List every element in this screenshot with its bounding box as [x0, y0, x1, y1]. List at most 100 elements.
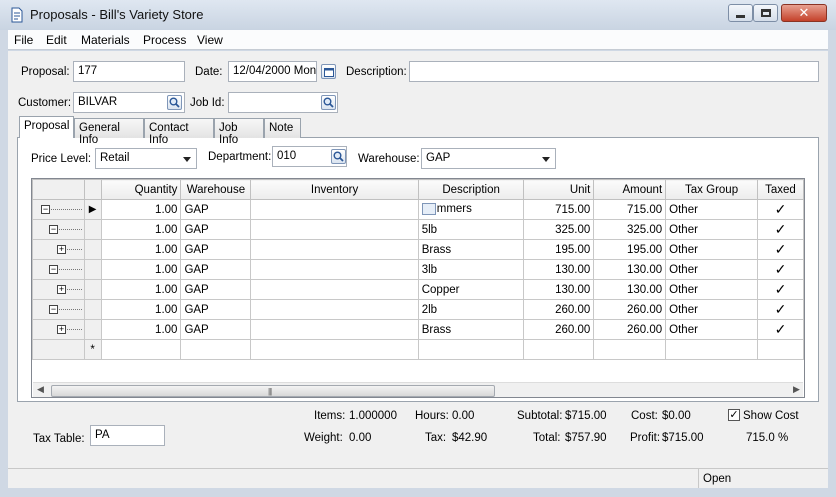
tax-table-input[interactable]: PA	[90, 425, 165, 446]
col-tax-group[interactable]: Tax Group	[665, 179, 758, 200]
cell-quantity[interactable]: 1.00	[100, 259, 182, 280]
magnifier-icon[interactable]	[421, 203, 436, 216]
cell-description[interactable]: Brass	[417, 239, 525, 260]
menu-file[interactable]: File	[14, 33, 33, 47]
new-row-indicator[interactable]: *	[83, 339, 102, 360]
table-row[interactable]: − ▶ 1.00 GAP mmers 715.00 715.00 Other ✓	[32, 199, 804, 220]
cell-unit[interactable]: 130.00	[523, 259, 595, 280]
cell-quantity[interactable]: 1.00	[100, 199, 182, 220]
cell-warehouse[interactable]: GAP	[180, 259, 252, 280]
cell-taxed[interactable]: ✓	[756, 239, 804, 260]
cell-quantity[interactable]	[100, 339, 182, 360]
cell-unit[interactable]: 260.00	[523, 319, 595, 340]
cell-tax-group[interactable]: Other	[665, 239, 758, 260]
col-warehouse[interactable]: Warehouse	[180, 179, 252, 200]
cell-amount[interactable]: 260.00	[593, 319, 667, 340]
scroll-right-icon[interactable]: ▶	[793, 384, 800, 395]
menu-materials[interactable]: Materials	[81, 33, 130, 47]
cell-taxed[interactable]: ✓	[756, 319, 804, 340]
show-cost-checkbox[interactable]: ✓	[728, 409, 740, 421]
cell-amount[interactable]: 195.00	[593, 239, 667, 260]
cell-warehouse[interactable]: GAP	[180, 239, 252, 260]
cell-tax-group[interactable]: Other	[665, 279, 758, 300]
proposal-input[interactable]: 177	[73, 61, 185, 82]
tab-proposal[interactable]: Proposal	[19, 116, 74, 138]
tab-general-info[interactable]: General Info	[74, 118, 144, 146]
cell-inventory[interactable]	[250, 319, 419, 340]
row-indicator[interactable]	[83, 219, 102, 240]
expand-icon[interactable]: +	[57, 325, 66, 334]
table-row[interactable]: +1.00 GAP Brass 195.00 195.00 Other ✓	[32, 239, 804, 260]
menu-view[interactable]: View	[197, 33, 223, 47]
cell-taxed[interactable]: ✓	[756, 279, 804, 300]
cell-unit[interactable]: 130.00	[523, 279, 595, 300]
customer-lookup-button[interactable]	[167, 95, 182, 110]
cell-warehouse[interactable]	[180, 339, 252, 360]
cell-warehouse[interactable]: GAP	[180, 319, 252, 340]
cell-taxed[interactable]	[756, 339, 804, 360]
scroll-left-icon[interactable]: ◀	[37, 384, 44, 395]
cell-unit[interactable]: 715.00	[523, 199, 595, 220]
date-input[interactable]: 12/04/2000 Mon	[228, 61, 317, 82]
col-description[interactable]: Description	[417, 179, 525, 200]
cell-amount[interactable]: 325.00	[593, 219, 667, 240]
tab-contact-info[interactable]: Contact Info	[144, 118, 214, 146]
cell-tax-group[interactable]: Other	[665, 299, 758, 320]
cell-taxed[interactable]: ✓	[756, 219, 804, 240]
cell-inventory[interactable]	[250, 299, 419, 320]
col-quantity[interactable]: Quantity	[100, 179, 182, 200]
cell-unit[interactable]: 260.00	[523, 299, 595, 320]
cell-quantity[interactable]: 1.00	[100, 319, 182, 340]
cell-description[interactable]: 2lb	[417, 299, 525, 320]
table-row[interactable]: − 1.00 GAP 3lb 130.00 130.00 Other ✓	[32, 259, 804, 280]
horizontal-scrollbar[interactable]: ◀ ||| ▶	[33, 382, 803, 397]
row-indicator[interactable]	[83, 279, 102, 300]
cell-inventory[interactable]	[250, 239, 419, 260]
table-row[interactable]: − 1.00 GAP 5lb 325.00 325.00 Other ✓	[32, 219, 804, 240]
col-inventory[interactable]: Inventory	[250, 179, 419, 200]
cell-taxed[interactable]: ✓	[756, 259, 804, 280]
cell-description[interactable]: Copper	[417, 279, 525, 300]
cell-quantity[interactable]: 1.00	[100, 299, 182, 320]
jobid-lookup-button[interactable]	[321, 95, 336, 110]
cell-tax-group[interactable]	[665, 339, 758, 360]
cell-quantity[interactable]: 1.00	[100, 239, 182, 260]
cell-tax-group[interactable]: Other	[665, 319, 758, 340]
cell-warehouse[interactable]: GAP	[180, 219, 252, 240]
col-amount[interactable]: Amount	[593, 179, 667, 200]
table-row[interactable]: − 1.00 GAP 2lb 260.00 260.00 Other ✓	[32, 299, 804, 320]
row-indicator[interactable]	[83, 239, 102, 260]
menu-edit[interactable]: Edit	[46, 33, 67, 47]
cell-description[interactable]: Brass	[417, 319, 525, 340]
tab-job-info[interactable]: Job Info	[214, 118, 264, 146]
col-unit[interactable]: Unit	[523, 179, 595, 200]
collapse-icon[interactable]: −	[49, 305, 58, 314]
cell-inventory[interactable]	[250, 339, 419, 360]
row-indicator[interactable]	[83, 299, 102, 320]
tab-note[interactable]: Note	[264, 118, 301, 138]
row-indicator[interactable]	[83, 259, 102, 280]
cell-inventory[interactable]	[250, 279, 419, 300]
row-indicator[interactable]: ▶	[83, 199, 102, 220]
cell-unit[interactable]: 195.00	[523, 239, 595, 260]
cell-tax-group[interactable]: Other	[665, 219, 758, 240]
col-taxed[interactable]: Taxed	[756, 179, 804, 200]
collapse-icon[interactable]: −	[49, 265, 58, 274]
cell-inventory[interactable]	[250, 199, 419, 220]
close-button[interactable]: ✕	[781, 4, 827, 22]
row-indicator[interactable]	[83, 319, 102, 340]
cell-description[interactable]	[417, 339, 525, 360]
table-row[interactable]: +1.00 GAP Brass 260.00 260.00 Other ✓	[32, 319, 804, 340]
line-items-grid[interactable]: Quantity Warehouse Inventory Description…	[31, 178, 805, 398]
description-input[interactable]	[409, 61, 819, 82]
cell-unit[interactable]	[523, 339, 595, 360]
cell-amount[interactable]: 260.00	[593, 299, 667, 320]
cell-tax-group[interactable]: Other	[665, 259, 758, 280]
cell-taxed[interactable]: ✓	[756, 299, 804, 320]
new-row[interactable]: *	[32, 339, 804, 360]
price-level-select[interactable]: Retail	[95, 148, 197, 169]
cell-inventory[interactable]	[250, 219, 419, 240]
cell-warehouse[interactable]: GAP	[180, 279, 252, 300]
menu-process[interactable]: Process	[143, 33, 186, 47]
cell-taxed[interactable]: ✓	[756, 199, 804, 220]
